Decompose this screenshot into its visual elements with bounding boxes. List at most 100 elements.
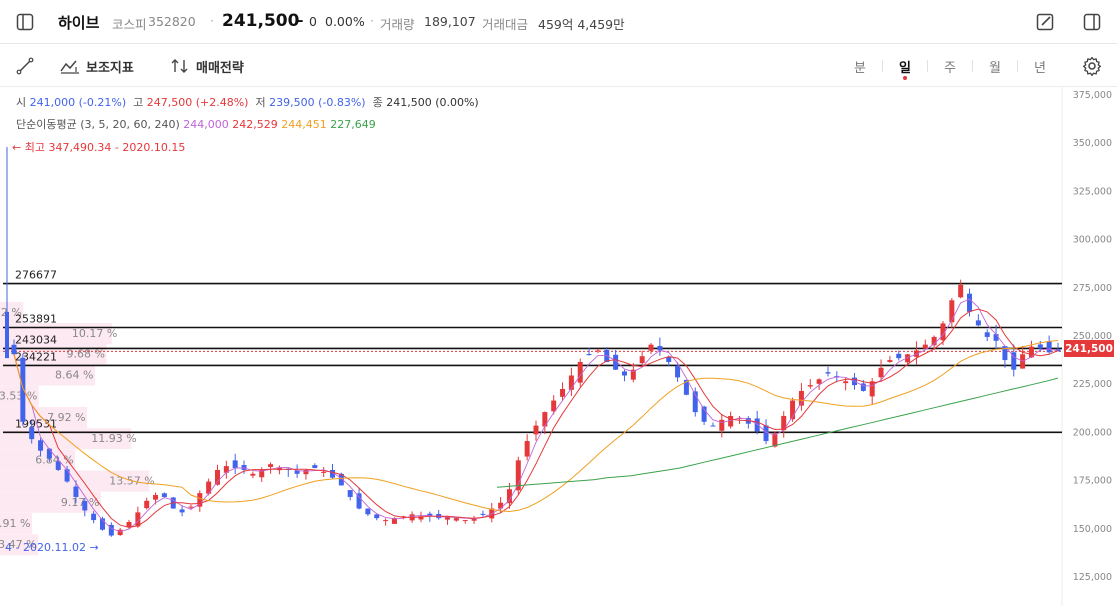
candle-body	[984, 332, 990, 337]
amount-value: 459억 4,459만	[538, 17, 625, 32]
period-week[interactable]: 주	[940, 57, 960, 76]
high-value: 247,500 (+2.48%)	[146, 96, 249, 109]
y-tick-label: 350,000	[1073, 138, 1112, 149]
divider	[882, 60, 883, 72]
candle-body	[188, 506, 194, 508]
current-price: 241,500	[222, 11, 300, 31]
candle-body	[975, 320, 981, 326]
close-value: 241,500 (0.00%)	[386, 96, 479, 109]
period-minute[interactable]: 분	[850, 57, 870, 76]
moving-average-info: 단순이동평균 (3, 5, 20, 60, 240) 244,000 242,5…	[16, 116, 376, 132]
candle-body	[241, 465, 247, 470]
sidebar-toggle-icon[interactable]	[14, 11, 36, 33]
stock-name: 하이브	[58, 14, 100, 32]
volume-profile-label: 11.93 %	[91, 432, 136, 445]
divider	[1017, 60, 1018, 72]
candle-body	[312, 465, 318, 469]
y-tick-label: 175,000	[1073, 476, 1112, 487]
candle-body	[356, 493, 362, 509]
candle-body	[250, 473, 256, 476]
candle-body	[657, 345, 663, 351]
candle-body	[161, 493, 167, 497]
volume-profile-label: 9.17 %	[61, 496, 99, 509]
candle-body	[949, 300, 955, 323]
level-label: 276677	[15, 269, 57, 282]
candle-body	[347, 490, 353, 497]
candle-body	[710, 425, 716, 427]
candlestick-chart[interactable]: 375,000350,000325,000300,000275,000250,0…	[0, 87, 1117, 606]
candle-body	[524, 441, 530, 457]
ma-5-line	[13, 308, 1059, 528]
ohlc-info: 시 241,000 (-0.21%) 고 247,500 (+2.48%) 저 …	[16, 94, 479, 110]
volume-profile-label: 9.68 %	[66, 347, 104, 360]
candle-body	[214, 469, 220, 485]
candle-body	[887, 360, 893, 362]
divider	[972, 60, 973, 72]
open-label: 시	[16, 96, 27, 109]
close-label: 종	[372, 96, 383, 109]
candle-body	[46, 448, 52, 459]
ma-value-2: 242,529	[232, 118, 278, 131]
chart-toolbar: 보조지표 매매전략 분 일 주 월 년	[0, 45, 1117, 87]
candle-body	[763, 425, 769, 442]
level-label: 253891	[15, 312, 57, 325]
low-value: 239,500 (-0.83%)	[269, 96, 366, 109]
candle-body	[843, 381, 849, 384]
low-label: 저	[255, 96, 266, 109]
candle-body	[807, 385, 813, 387]
candle-body	[5, 311, 9, 359]
volume-profile-label: 3.53 %	[0, 390, 37, 403]
candle-body	[639, 356, 645, 364]
candle-body	[586, 354, 592, 356]
strategy-label: 매매전략	[196, 60, 244, 76]
stock-code: 352820	[148, 14, 196, 29]
candle-body	[20, 357, 26, 422]
candle-body	[303, 469, 309, 475]
candle-body	[878, 367, 884, 378]
candle-body	[126, 522, 132, 527]
volume-profile-label: 8.64 %	[55, 369, 93, 382]
change-sign: –	[296, 11, 304, 29]
ma-value-4: 227,649	[330, 118, 376, 131]
candle-body	[321, 471, 327, 473]
trade-arrows-icon	[171, 59, 188, 73]
candle-body	[595, 350, 601, 352]
open-value: 241,000 (-0.21%)	[29, 96, 127, 109]
candle-body	[648, 344, 654, 351]
candle-body	[144, 500, 150, 509]
ma-value-1: 244,000	[183, 118, 229, 131]
edit-icon[interactable]	[1034, 11, 1056, 33]
candle-body	[675, 365, 681, 378]
candle-body	[383, 520, 389, 522]
ma-label: 단순이동평균 (3, 5, 20, 60, 240)	[16, 118, 180, 131]
candle-body	[374, 514, 380, 519]
candle-body	[666, 357, 672, 362]
period-day[interactable]: 일	[895, 57, 915, 76]
price-chart[interactable]: 375,000 350,000 325,000 300,000 275,000 250,0…	[0, 87, 1117, 606]
candle-body	[117, 529, 123, 536]
candle-body	[798, 390, 804, 406]
candle-body	[29, 427, 35, 440]
low-annotation: 4 - 2020.11.02 →	[5, 541, 99, 554]
strategy-button[interactable]: 매매전략	[170, 56, 244, 76]
candle-body	[958, 284, 964, 298]
period-month[interactable]: 월	[985, 57, 1005, 76]
volume-value: 189,107	[424, 14, 476, 29]
indicator-button[interactable]: 보조지표	[60, 56, 134, 76]
candle-body	[179, 509, 185, 513]
active-period-dot	[903, 76, 907, 80]
period-year[interactable]: 년	[1030, 57, 1050, 76]
draw-line-icon[interactable]	[14, 55, 36, 77]
candle-body	[498, 502, 504, 509]
settings-gear-icon[interactable]	[1081, 55, 1103, 77]
candle-body	[153, 495, 159, 500]
y-tick-label: 300,000	[1073, 235, 1112, 246]
change-percent: 0.00%	[325, 14, 365, 29]
candle-body	[1037, 344, 1043, 349]
candle-body	[453, 518, 459, 521]
candle-body	[967, 293, 973, 312]
indicator-icon	[60, 60, 79, 74]
candle-body	[922, 344, 928, 349]
panel-toggle-icon[interactable]	[1081, 11, 1103, 33]
candle-body	[816, 379, 822, 384]
